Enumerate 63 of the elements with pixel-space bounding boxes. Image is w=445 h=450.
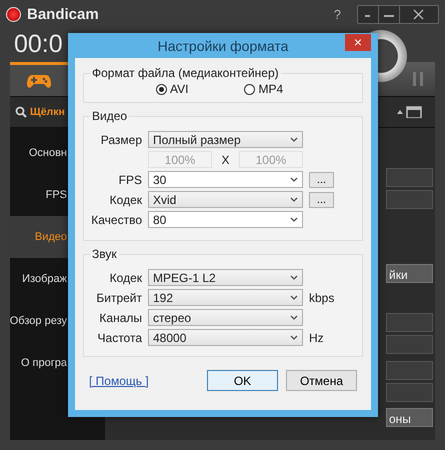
close-button[interactable]: × <box>345 34 371 51</box>
chevron-down-icon <box>290 217 298 222</box>
text-field[interactable] <box>386 313 433 332</box>
chevron-down-icon <box>290 335 298 340</box>
field-label: Частота <box>96 330 142 344</box>
chevron-down-icon <box>290 177 298 182</box>
cancel-button[interactable]: Отмена <box>286 370 357 391</box>
chevron-down-icon <box>290 137 298 142</box>
help-link[interactable]: [ Помощь ] <box>89 374 149 388</box>
dropdown[interactable]: Полный размер <box>148 131 303 148</box>
chevron-down-icon <box>290 295 298 300</box>
field-label: Качество <box>90 212 142 226</box>
sidebar-item[interactable]: Обзор резу <box>10 300 68 342</box>
text-field[interactable] <box>386 335 433 354</box>
sidebar-item[interactable]: FPS <box>10 174 68 216</box>
radio-button[interactable]: MP4 <box>244 82 284 96</box>
group-title: Формат файла (медиаконтейнер) <box>91 66 280 80</box>
sidebar-item[interactable]: Видео <box>10 216 68 258</box>
text-field[interactable] <box>386 168 433 187</box>
ok-button[interactable]: OK <box>207 370 278 391</box>
field-label: FPS <box>118 172 142 186</box>
text-field[interactable] <box>386 383 433 402</box>
game-tab[interactable] <box>10 62 68 96</box>
radio-button[interactable]: AVI <box>156 82 188 96</box>
group-title: Звук <box>91 247 118 261</box>
pause-icon[interactable] <box>413 72 423 86</box>
chevron-down-icon <box>290 275 298 280</box>
dropdown[interactable]: MPEG-1 L2 <box>148 269 303 286</box>
more-button[interactable]: ... <box>309 192 334 208</box>
field-label: Размер <box>100 132 142 146</box>
sidebar-item[interactable]: Изображ <box>10 258 68 300</box>
search-icon <box>15 106 27 118</box>
help-button[interactable]: ? <box>334 6 341 22</box>
chevron-down-icon <box>290 315 298 320</box>
options-button[interactable]: оны <box>386 408 433 427</box>
field-label: Каналы <box>98 310 142 324</box>
unit-label: Hz <box>309 330 325 344</box>
dropdown[interactable]: 30 <box>148 171 303 188</box>
sidebar-item[interactable]: О програ <box>10 342 68 384</box>
dialog-title: Настройки формата <box>158 38 288 54</box>
dropdown[interactable]: стерео <box>148 309 303 326</box>
more-button[interactable]: ... <box>309 172 334 188</box>
field-label: Битрейт <box>95 290 142 304</box>
timer: 00:0 <box>14 29 63 60</box>
group-title: Видео <box>91 109 128 123</box>
unit-label: kbps <box>309 290 336 304</box>
field-label: Кодек <box>108 192 142 206</box>
times-label: X <box>221 152 230 166</box>
dropdown[interactable]: 48000 <box>148 329 303 346</box>
collapse-window-icon[interactable] <box>397 106 423 118</box>
text-field[interactable] <box>386 190 433 209</box>
dropdown[interactable]: Xvid <box>148 191 303 208</box>
settings-button[interactable]: йки <box>386 264 433 283</box>
dropdown[interactable]: 80 <box>148 211 303 228</box>
sidebar-item[interactable]: Основн <box>10 132 68 174</box>
field-label: Кодек <box>108 270 142 284</box>
dropdown[interactable]: 192 <box>148 289 303 306</box>
search-label[interactable]: Щёлкн <box>30 106 65 118</box>
gamepad-icon <box>27 72 51 88</box>
app-title: Bandicam <box>27 6 99 22</box>
text-field[interactable] <box>386 361 433 380</box>
record-dot-icon <box>6 6 21 22</box>
chevron-down-icon <box>290 197 298 202</box>
